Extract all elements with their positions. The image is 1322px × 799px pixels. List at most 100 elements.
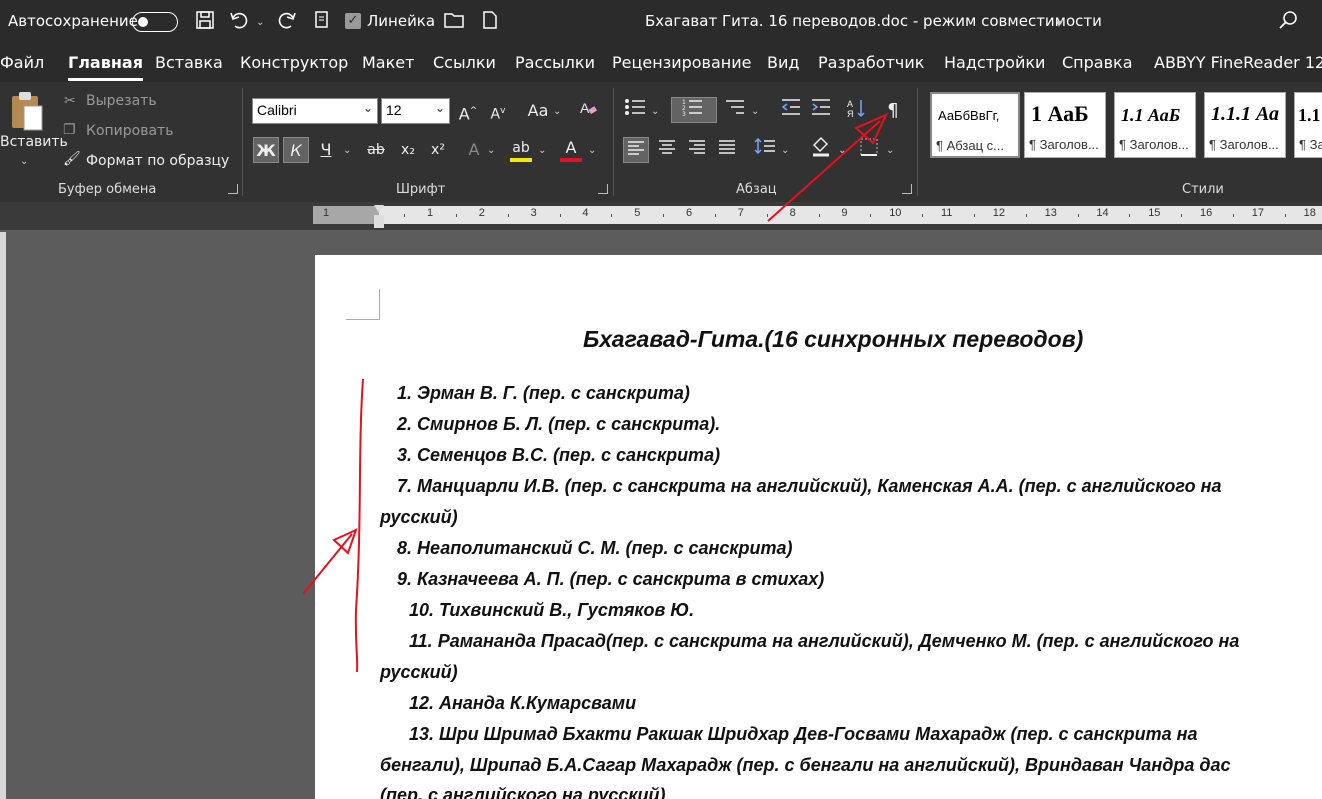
svg-text:A: A [847,99,853,109]
vertical-ruler[interactable] [0,232,6,799]
new-document-icon[interactable] [479,10,501,32]
underline-button[interactable]: Ч [313,137,339,163]
left-indent-marker[interactable] [374,215,384,228]
tab-view[interactable]: Вид [767,53,799,72]
shrink-font-button[interactable]: Av [485,98,511,124]
paste-button[interactable]: Вставить [0,134,68,150]
cut-icon[interactable]: ✂ [64,93,76,109]
undo-icon[interactable] [228,10,250,32]
tab-layout[interactable]: Макет [362,53,414,72]
show-formatting-marks-button[interactable]: ¶ [880,98,906,124]
copy-icon[interactable]: ❐ [63,122,76,138]
chevron-down-icon[interactable]: ⌄ [781,145,789,156]
ruler-number: 2 [478,207,485,219]
redo-icon[interactable] [276,10,298,32]
align-left-icon[interactable] [623,137,649,163]
save-icon[interactable] [194,10,216,32]
folder-icon[interactable] [443,10,465,32]
title-dropdown-icon[interactable]: ▾ [1056,16,1062,30]
chevron-down-icon[interactable]: ⌄ [538,145,546,156]
copy-button[interactable]: Копировать [86,123,173,139]
ruler-number: 16 [1200,207,1213,219]
document-line: русский) [380,507,458,527]
format-painter-icon[interactable]: 🖌 [63,151,81,167]
tab-mailings[interactable]: Рассылки [515,53,595,72]
cut-button[interactable]: Вырезать [86,93,157,109]
ruler-tick [973,214,975,217]
style-heading-2[interactable]: 1.1 АаБ ¶ Заголов... [1114,92,1196,158]
tab-insert[interactable]: Вставка [155,53,223,72]
format-painter-button[interactable]: Формат по образцу [86,153,229,169]
tab-home[interactable]: Главная [68,53,143,81]
line-spacing-icon[interactable] [752,137,778,163]
decrease-indent-icon[interactable] [778,98,804,124]
tab-addins[interactable]: Надстройки [944,53,1045,72]
justify-icon[interactable] [714,137,740,163]
ruler-tick [922,214,924,217]
grow-font-button[interactable]: A^ [455,98,481,124]
style-heading-4[interactable]: 1.1 ¶ Заг [1294,92,1322,158]
italic-button[interactable]: К [283,137,309,163]
document-page[interactable]: Бхагавад-Гита.(16 синхронных переводов) … [315,255,1322,799]
change-case-button[interactable]: Aa [522,98,554,124]
horizontal-ruler[interactable]: 1 1 2 3 4 5 6 7 8 9 10 11 12 13 14 15 16 17 18 [313,206,1322,224]
borders-icon[interactable] [856,137,882,163]
document-line: 12. Ананда К.Кумарсвами [409,693,637,713]
tab-review[interactable]: Рецензирование [612,53,751,72]
multilevel-list-icon[interactable] [722,98,748,124]
style-heading-3[interactable]: 1.1.1 Аа ¶ Заголов... [1204,92,1286,158]
chevron-down-icon[interactable]: ⌄ [838,145,846,156]
chevron-down-icon[interactable]: ⌄ [343,145,351,156]
text-effects-button[interactable]: A [461,137,487,163]
paragraph-launcher-icon[interactable] [902,184,912,194]
chevron-down-icon[interactable]: ⌄ [886,145,894,156]
bullets-icon[interactable] [622,98,648,124]
clipboard-launcher-icon[interactable] [228,184,238,194]
document-line: 10. Тихвинский В., Густяков Ю. [409,600,695,620]
tab-developer[interactable]: Разработчик [818,53,924,72]
undo-dropdown-icon[interactable]: ⌄ [256,17,264,28]
paste-dropdown-icon[interactable]: ⌄ [20,156,28,167]
font-name-value: Calibri [257,102,297,118]
align-right-icon[interactable] [684,137,710,163]
font-name-combo[interactable]: Calibri ⌄ [252,98,378,124]
quick-print-icon[interactable] [311,10,333,32]
tab-help[interactable]: Справка [1062,53,1133,72]
document-line: (пер. с английского на русский) [380,785,666,799]
chevron-down-icon[interactable]: ⌄ [751,106,759,117]
chevron-down-icon[interactable]: ⌄ [651,106,659,117]
chevron-down-icon[interactable]: ⌄ [487,145,495,156]
subscript-button[interactable]: x₂ [395,137,421,163]
clear-formatting-icon[interactable]: A [575,98,601,124]
style-heading-1[interactable]: 1 АаБ ¶ Заголов... [1024,92,1106,158]
ruler-number: 11 [941,207,953,219]
ruler-tick [1025,214,1027,217]
font-size-combo[interactable]: 12 ⌄ [381,98,450,124]
strikethrough-button[interactable]: ab [363,137,389,163]
tab-abbyy[interactable]: ABBYY FineReader 12 [1154,53,1322,72]
svg-text:Я: Я [847,109,854,118]
document-line: 9. Казначеева А. П. (пер. с санскрита в … [397,569,825,589]
shading-icon[interactable] [808,135,834,161]
chevron-down-icon[interactable]: ⌄ [553,106,561,117]
sort-icon[interactable]: AЯ [844,98,870,124]
paste-icon[interactable] [6,90,46,138]
chevron-down-icon[interactable]: ⌄ [588,145,596,156]
search-icon[interactable] [1278,10,1298,35]
ruler-tick [663,214,665,217]
tab-references[interactable]: Ссылки [433,53,496,72]
bold-button[interactable]: Ж [253,137,279,163]
ruler-checkbox[interactable]: ✓ [345,13,361,29]
align-center-icon[interactable] [654,137,680,163]
first-line-indent-marker[interactable] [374,205,384,213]
tab-design[interactable]: Конструктор [240,53,348,72]
superscript-button[interactable]: x² [425,137,451,163]
tab-file[interactable]: Файл [0,53,44,72]
increase-indent-icon[interactable] [808,98,834,124]
ruler-area: 1 1 2 3 4 5 6 7 8 9 10 11 12 13 14 15 16 17 18 [0,202,1322,230]
numbering-icon[interactable]: 123 [671,97,717,123]
autosave-toggle[interactable] [132,12,178,32]
ruler-number: 4 [582,207,589,219]
font-launcher-icon[interactable] [598,184,608,194]
style-normal[interactable]: АаБбВвГг, ¶ Абзац с... [930,92,1020,158]
